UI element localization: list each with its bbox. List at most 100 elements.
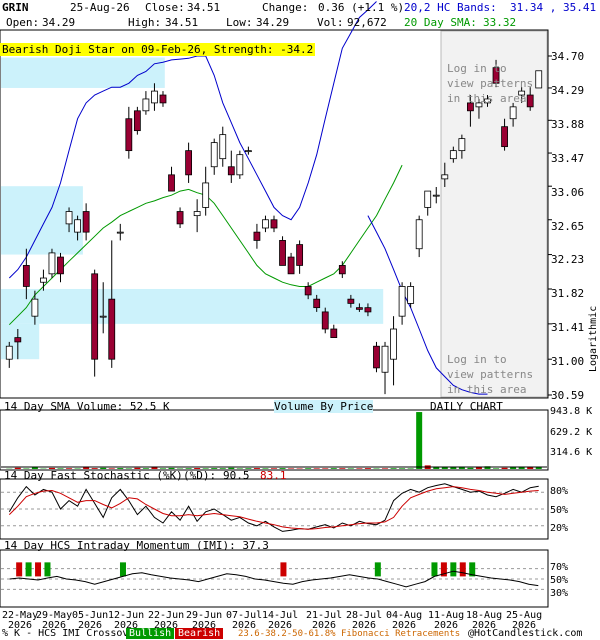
candle-body: [108, 298, 116, 360]
candle-body: [125, 118, 133, 152]
scale-label: Logarithmic: [588, 305, 599, 372]
price-tick: 31.41: [551, 321, 585, 335]
change-label: Change:: [262, 1, 309, 14]
candle-body: [381, 345, 389, 373]
vol-value: 92,672: [347, 16, 387, 29]
candle-body: [279, 240, 286, 266]
volume-bar: [382, 468, 389, 469]
price-tick: 30.59: [551, 389, 585, 402]
volume-bar: [339, 468, 346, 469]
candle-body: [347, 298, 355, 304]
stoch-tick: 80%: [550, 486, 569, 497]
low-value: 34.29: [256, 16, 290, 29]
candle-body: [22, 265, 30, 287]
volume-bar: [501, 467, 508, 469]
candle-body: [304, 286, 312, 296]
volume-bar: [364, 468, 371, 469]
candle-body: [91, 273, 99, 360]
price-tick: 32.65: [551, 219, 585, 233]
volume-bar: [399, 468, 406, 469]
imi-crossover-marker: [25, 562, 32, 577]
candle-body: [244, 150, 252, 153]
bullish-tag: Bullish: [126, 628, 175, 639]
login-note-line: view patterns: [447, 77, 534, 90]
candle-body: [82, 211, 90, 233]
volume-bar: [390, 468, 397, 469]
candle-body: [210, 142, 218, 168]
candle-body: [176, 211, 184, 225]
volume-bar: [356, 468, 363, 469]
candle-body: [48, 252, 56, 275]
candle-body: [65, 211, 73, 225]
price-tick: 31.00: [551, 355, 585, 369]
volume-bar: [467, 467, 474, 469]
price-tick: 33.88: [551, 117, 585, 131]
price-tick: 33.06: [551, 185, 585, 199]
imi-crossover-marker: [119, 562, 126, 577]
imi-crossover-marker: [374, 562, 381, 577]
volume-panel-frame: [0, 409, 549, 471]
imi-crossover-marker: [44, 562, 51, 577]
login-note-line: view patterns: [447, 368, 534, 381]
candle-body: [432, 194, 440, 197]
bands-value: 31.34 , 35.41: [510, 1, 597, 14]
close-label: Close:: [145, 1, 185, 14]
volume-bar: [493, 468, 500, 469]
volume-bar: [330, 468, 337, 469]
price-tick: 34.29: [551, 83, 585, 97]
candle-body: [390, 328, 397, 360]
candle-body: [193, 211, 201, 217]
stoch-label: 14 Day Fast Stochastic (%K): [4, 469, 183, 482]
login-note-top[interactable]: Log in to view patterns in this area: [447, 61, 533, 106]
close-value: 34.51: [187, 1, 221, 14]
candle-body: [509, 106, 517, 120]
volume-tick: 629.2 K: [550, 427, 593, 438]
candle-body: [338, 265, 346, 275]
volume-tick: 314.6 K: [550, 447, 593, 458]
open-value: 34.29: [42, 16, 76, 29]
bands-label: 20,2 HC Bands:: [404, 1, 497, 14]
candle-body: [219, 134, 227, 160]
candle-body: [321, 311, 329, 330]
candle-body: [501, 126, 508, 148]
imi-tick: 70%: [550, 562, 569, 573]
sma-value: 33.32: [483, 16, 517, 29]
volume-bar: [305, 468, 312, 469]
imi-crossover-marker: [16, 562, 23, 577]
candle-body: [133, 110, 141, 132]
stoch-d-label: (%D):: [183, 469, 217, 482]
candle-body: [415, 219, 423, 250]
volume-bar: [458, 467, 465, 469]
candle-body: [330, 328, 338, 338]
candle-body: [116, 231, 124, 234]
high-label: High:: [128, 16, 162, 29]
volume-bar: [347, 468, 354, 469]
candle-body: [262, 219, 269, 229]
price-tick: 32.23: [551, 253, 585, 267]
candle-body: [99, 315, 107, 318]
candle-body: [40, 277, 47, 283]
stoch-tick: 20%: [550, 523, 569, 534]
vol-label: Vol:: [317, 16, 344, 29]
imi-crossover-marker: [450, 562, 457, 577]
login-note-line: in this area: [447, 383, 527, 396]
login-note-bottom[interactable]: Log in to view patterns in this area: [447, 352, 533, 397]
candle-body: [14, 337, 22, 343]
candle-body: [202, 182, 210, 208]
volume-bar: [322, 468, 329, 469]
candle-body: [31, 298, 39, 317]
pattern-banner: Bearish Doji Star on 09-Feb-26, Strength…: [0, 43, 316, 56]
candle-body: [151, 90, 158, 104]
price-tick: 34.70: [551, 50, 585, 63]
copyright[interactable]: @HotCandlestick.com: [468, 628, 582, 639]
candle-body: [74, 219, 81, 233]
login-note-line: Log in to: [447, 62, 507, 75]
vbp-label: Volume By Price: [274, 400, 374, 413]
candle-body: [236, 154, 244, 176]
imi-tick: 50%: [550, 575, 569, 586]
imi-crossover-marker: [431, 562, 438, 577]
imi-crossover-marker: [459, 562, 466, 577]
high-value: 34.51: [165, 16, 199, 29]
volume-sma-label: 14 Day SMA Volume: 52.5 K: [4, 400, 170, 413]
imi-crossover-marker: [35, 562, 42, 577]
